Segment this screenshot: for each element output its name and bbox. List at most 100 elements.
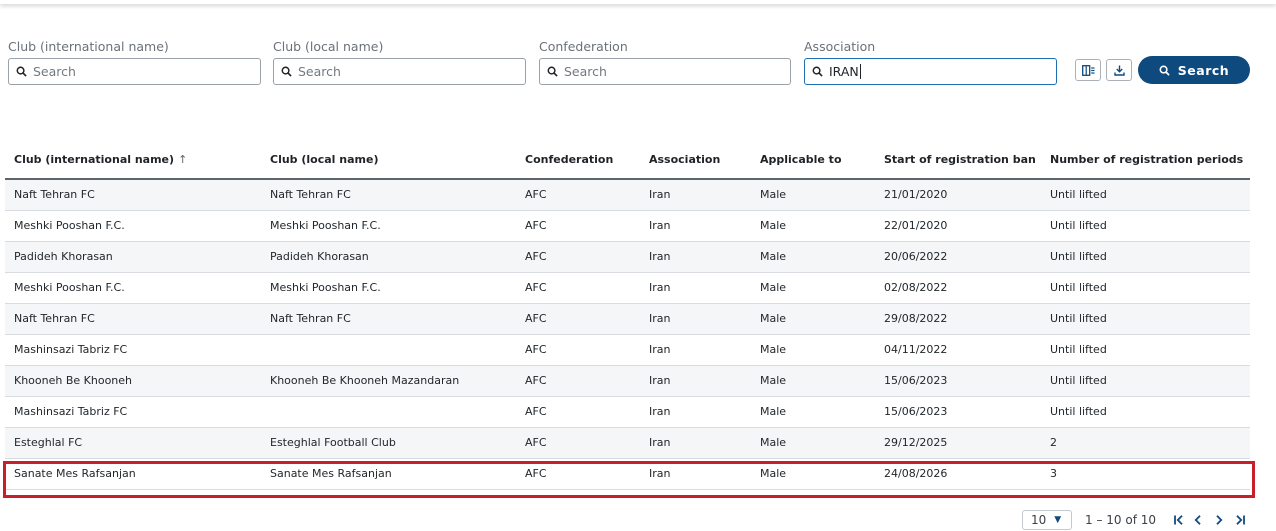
column-header-club-local[interactable]: Club (local name) — [261, 141, 516, 180]
first-page-button[interactable] — [1172, 513, 1186, 527]
cell-confederation: AFC — [516, 210, 640, 242]
cell-club-local: Naft Tehran FC — [261, 179, 516, 211]
cell-confederation: AFC — [516, 427, 640, 459]
table-row-highlighted[interactable]: Sanate Mes Rafsanjan Sanate Mes Rafsanja… — [5, 458, 1250, 490]
club-international-search-input[interactable]: Search — [8, 58, 261, 85]
top-bar-shadow — [0, 0, 1276, 4]
table-row[interactable]: Meshki Pooshan F.C. Meshki Pooshan F.C. … — [5, 272, 1250, 304]
cell-start-of-ban: 20/06/2022 — [875, 241, 1041, 273]
cell-registration-periods: 2 — [1041, 427, 1250, 459]
last-page-button[interactable] — [1233, 513, 1247, 527]
cell-start-of-ban: 21/01/2020 — [875, 179, 1041, 211]
table-row[interactable]: Mashinsazi Tabriz FC AFC Iran Male 15/06… — [5, 396, 1250, 428]
cell-club-international: Naft Tehran FC — [5, 179, 261, 211]
sort-ascending-icon: ↑ — [178, 153, 188, 166]
column-header-start-of-ban[interactable]: Start of registration ban — [875, 141, 1041, 180]
search-icon — [16, 66, 27, 77]
cell-applicable-to: Male — [751, 210, 875, 242]
cell-start-of-ban: 02/08/2022 — [875, 272, 1041, 304]
cell-club-local — [261, 396, 516, 428]
cell-registration-periods: Until lifted — [1041, 334, 1250, 366]
confederation-search-input[interactable]: Search — [539, 58, 791, 85]
filter-label: Club (international name) — [8, 39, 169, 54]
previous-page-button[interactable] — [1191, 513, 1205, 527]
column-header-registration-periods[interactable]: Number of registration periods — [1041, 141, 1250, 180]
cell-registration-periods: Until lifted — [1041, 241, 1250, 273]
cell-club-international: Mashinsazi Tabriz FC — [5, 396, 261, 428]
column-header-club-international[interactable]: Club (international name) ↑ — [5, 141, 261, 180]
filter-club-international: Club (international name) Search — [8, 39, 261, 85]
cell-club-local: Meshki Pooshan F.C. — [261, 210, 516, 242]
cell-confederation: AFC — [516, 365, 640, 397]
page-size-select[interactable]: 10 ▼ — [1022, 510, 1072, 530]
table-row[interactable]: Padideh Khorasan Padideh Khorasan AFC Ir… — [5, 241, 1250, 273]
search-icon — [547, 66, 558, 77]
cell-club-local: Sanate Mes Rafsanjan — [261, 458, 516, 490]
text-cursor — [859, 64, 861, 79]
cell-club-local: Khooneh Be Khooneh Mazandaran — [261, 365, 516, 397]
table-row[interactable]: Naft Tehran FC Naft Tehran FC AFC Iran M… — [5, 179, 1250, 211]
cell-club-international: Mashinsazi Tabriz FC — [5, 334, 261, 366]
cell-registration-periods: Until lifted — [1041, 210, 1250, 242]
download-button[interactable] — [1106, 59, 1132, 81]
cell-applicable-to: Male — [751, 179, 875, 211]
filter-placeholder: Search — [33, 64, 76, 79]
cell-applicable-to: Male — [751, 241, 875, 273]
search-button[interactable]: Search — [1138, 56, 1250, 84]
cell-club-international: Sanate Mes Rafsanjan — [5, 458, 261, 490]
cell-start-of-ban: 22/01/2020 — [875, 210, 1041, 242]
cell-registration-periods: Until lifted — [1041, 303, 1250, 335]
cell-association: Iran — [640, 241, 751, 273]
table-header-row: Club (international name) ↑ Club (local n… — [5, 141, 1250, 180]
cell-applicable-to: Male — [751, 396, 875, 428]
search-button-label: Search — [1177, 62, 1230, 78]
table-row[interactable]: Esteghlal FC Esteghlal Football Club AFC… — [5, 427, 1250, 459]
cell-association: Iran — [640, 334, 751, 366]
filter-placeholder: Search — [564, 64, 607, 79]
chevron-right-icon — [1216, 515, 1223, 525]
table-row[interactable]: Mashinsazi Tabriz FC AFC Iran Male 04/11… — [5, 334, 1250, 366]
cell-confederation: AFC — [516, 303, 640, 335]
column-header-association[interactable]: Association — [640, 141, 751, 180]
cell-association: Iran — [640, 210, 751, 242]
cell-association: Iran — [640, 272, 751, 304]
cell-club-international: Khooneh Be Khooneh — [5, 365, 261, 397]
cell-association: Iran — [640, 179, 751, 211]
cell-applicable-to: Male — [751, 365, 875, 397]
cell-club-international: Meshki Pooshan F.C. — [5, 272, 261, 304]
cell-registration-periods: Until lifted — [1041, 179, 1250, 211]
column-chooser-button[interactable] — [1075, 59, 1101, 81]
chevron-down-icon: ▼ — [1054, 515, 1062, 525]
cell-registration-periods: Until lifted — [1041, 272, 1250, 304]
column-header-applicable-to[interactable]: Applicable to — [751, 141, 875, 180]
next-page-button[interactable] — [1212, 513, 1226, 527]
cell-association: Iran — [640, 427, 751, 459]
cell-confederation: AFC — [516, 458, 640, 490]
page-range-text: 1 – 10 of 10 — [1085, 513, 1156, 527]
cell-confederation: AFC — [516, 396, 640, 428]
cell-applicable-to: Male — [751, 272, 875, 304]
cell-club-local — [261, 334, 516, 366]
cell-club-local: Naft Tehran FC — [261, 303, 516, 335]
cell-association: Iran — [640, 396, 751, 428]
cell-applicable-to: Male — [751, 334, 875, 366]
filter-placeholder: Search — [298, 64, 341, 79]
table-row[interactable]: Khooneh Be Khooneh Khooneh Be Khooneh Ma… — [5, 365, 1250, 397]
table-row[interactable]: Naft Tehran FC Naft Tehran FC AFC Iran M… — [5, 303, 1250, 335]
column-header-confederation[interactable]: Confederation — [516, 141, 640, 180]
cell-applicable-to: Male — [751, 458, 875, 490]
filter-label: Association — [804, 39, 876, 54]
table-row[interactable]: Meshki Pooshan F.C. Meshki Pooshan F.C. … — [5, 210, 1250, 242]
search-icon — [1159, 65, 1170, 76]
filter-club-local: Club (local name) Search — [273, 39, 526, 85]
cell-club-international: Naft Tehran FC — [5, 303, 261, 335]
cell-club-local: Padideh Khorasan — [261, 241, 516, 273]
association-search-input[interactable]: IRAN — [804, 58, 1057, 85]
cell-start-of-ban: 29/08/2022 — [875, 303, 1041, 335]
cell-club-local: Meshki Pooshan F.C. — [261, 272, 516, 304]
cell-association: Iran — [640, 365, 751, 397]
cell-start-of-ban: 29/12/2025 — [875, 427, 1041, 459]
club-local-search-input[interactable]: Search — [273, 58, 526, 85]
chevron-left-icon — [1194, 515, 1201, 525]
association-input-value: IRAN — [829, 64, 859, 79]
